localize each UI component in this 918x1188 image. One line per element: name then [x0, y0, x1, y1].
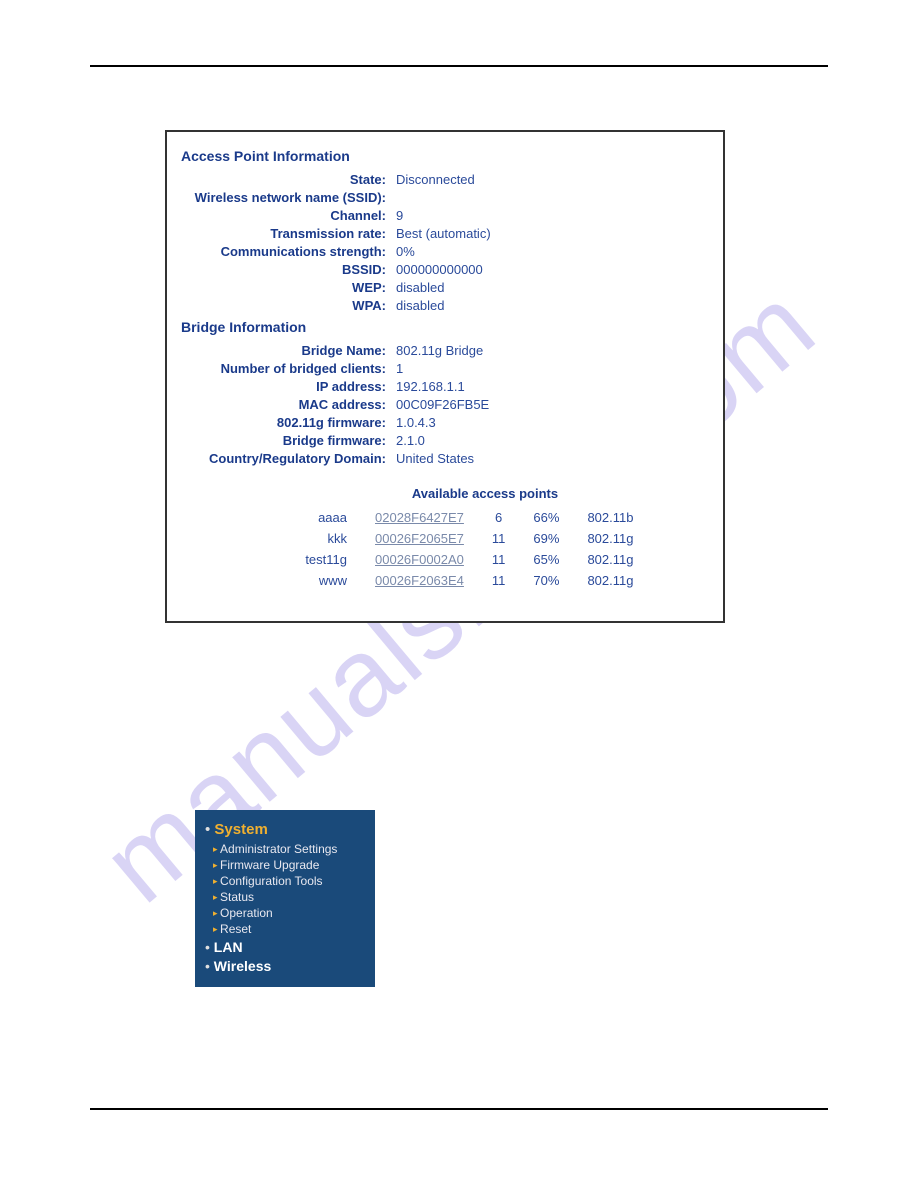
nav-firmware-upgrade[interactable]: Firmware Upgrade: [205, 857, 367, 873]
ap-info-title: Access Point Information: [181, 148, 709, 164]
row-comm-strength: Communications strength:0%: [181, 244, 709, 259]
row-wpa: WPA:disabled: [181, 298, 709, 313]
ap-bssid: 00026F0002A0: [361, 549, 478, 570]
row-ssid: Wireless network name (SSID):: [181, 190, 709, 205]
value: Disconnected: [396, 172, 709, 187]
value: 802.11g Bridge: [396, 343, 709, 358]
label: 802.11g firmware:: [181, 415, 396, 430]
row-80211g-firmware: 802.11g firmware:1.0.4.3: [181, 415, 709, 430]
label: Number of bridged clients:: [181, 361, 396, 376]
label: Wireless network name (SSID):: [181, 190, 396, 205]
nav-menu: System Administrator Settings Firmware U…: [195, 810, 375, 987]
table-row: www 00026F2063E4 11 70% 802.11g: [281, 570, 647, 591]
label: State:: [181, 172, 396, 187]
ap-mode: 802.11g: [573, 570, 647, 591]
ap-mode: 802.11b: [573, 507, 647, 528]
value: United States: [396, 451, 709, 466]
ap-name: kkk: [281, 528, 361, 549]
nav-system[interactable]: System: [205, 820, 367, 841]
bridge-info-rows: Bridge Name:802.11g Bridge Number of bri…: [181, 343, 709, 466]
label: WPA:: [181, 298, 396, 313]
nav-config-tools[interactable]: Configuration Tools: [205, 873, 367, 889]
value: 0%: [396, 244, 709, 259]
row-mac: MAC address:00C09F26FB5E: [181, 397, 709, 412]
info-panel: Access Point Information State:Disconnec…: [165, 130, 725, 623]
ap-bssid: 00026F2063E4: [361, 570, 478, 591]
top-divider: [90, 65, 828, 67]
value: Best (automatic): [396, 226, 709, 241]
value: 1.0.4.3: [396, 415, 709, 430]
value: [396, 190, 709, 205]
label: Bridge firmware:: [181, 433, 396, 448]
ap-bssid-link[interactable]: 00026F2063E4: [375, 573, 464, 588]
row-ip: IP address:192.168.1.1: [181, 379, 709, 394]
row-channel: Channel:9: [181, 208, 709, 223]
table-row: aaaa 02028F6427E7 6 66% 802.11b: [281, 507, 647, 528]
ap-bssid-link[interactable]: 00026F2065E7: [375, 531, 464, 546]
ap-bssid: 02028F6427E7: [361, 507, 478, 528]
ap-info-rows: State:Disconnected Wireless network name…: [181, 172, 709, 313]
nav-operation[interactable]: Operation: [205, 905, 367, 921]
nav-status[interactable]: Status: [205, 889, 367, 905]
nav-admin-settings[interactable]: Administrator Settings: [205, 841, 367, 857]
value: 2.1.0: [396, 433, 709, 448]
label: Transmission rate:: [181, 226, 396, 241]
ap-strength: 66%: [519, 507, 573, 528]
bottom-divider: [90, 1108, 828, 1110]
label: BSSID:: [181, 262, 396, 277]
table-row: kkk 00026F2065E7 11 69% 802.11g: [281, 528, 647, 549]
ap-strength: 65%: [519, 549, 573, 570]
nav-wireless[interactable]: Wireless: [205, 956, 367, 975]
table-row: test11g 00026F0002A0 11 65% 802.11g: [281, 549, 647, 570]
row-bssid: BSSID:000000000000: [181, 262, 709, 277]
label: IP address:: [181, 379, 396, 394]
value: disabled: [396, 298, 709, 313]
available-aps-title: Available access points: [181, 486, 709, 501]
ap-strength: 70%: [519, 570, 573, 591]
label: WEP:: [181, 280, 396, 295]
row-wep: WEP:disabled: [181, 280, 709, 295]
row-state: State:Disconnected: [181, 172, 709, 187]
ap-bssid-link[interactable]: 00026F0002A0: [375, 552, 464, 567]
nav-lan[interactable]: LAN: [205, 937, 367, 956]
ap-bssid: 00026F2065E7: [361, 528, 478, 549]
row-country: Country/Regulatory Domain:United States: [181, 451, 709, 466]
value: 000000000000: [396, 262, 709, 277]
ap-bssid-link[interactable]: 02028F6427E7: [375, 510, 464, 525]
value: 192.168.1.1: [396, 379, 709, 394]
ap-channel: 6: [478, 507, 520, 528]
row-bridge-name: Bridge Name:802.11g Bridge: [181, 343, 709, 358]
bridge-info-title: Bridge Information: [181, 319, 709, 335]
value: disabled: [396, 280, 709, 295]
label: Country/Regulatory Domain:: [181, 451, 396, 466]
ap-mode: 802.11g: [573, 528, 647, 549]
ap-mode: 802.11g: [573, 549, 647, 570]
ap-channel: 11: [478, 549, 520, 570]
nav-reset[interactable]: Reset: [205, 921, 367, 937]
value: 9: [396, 208, 709, 223]
available-aps-table: aaaa 02028F6427E7 6 66% 802.11b kkk 0002…: [281, 507, 647, 591]
label: MAC address:: [181, 397, 396, 412]
row-bridged-clients: Number of bridged clients:1: [181, 361, 709, 376]
ap-name: test11g: [281, 549, 361, 570]
label: Channel:: [181, 208, 396, 223]
label: Bridge Name:: [181, 343, 396, 358]
value: 1: [396, 361, 709, 376]
row-bridge-firmware: Bridge firmware:2.1.0: [181, 433, 709, 448]
ap-strength: 69%: [519, 528, 573, 549]
ap-name: aaaa: [281, 507, 361, 528]
ap-channel: 11: [478, 528, 520, 549]
value: 00C09F26FB5E: [396, 397, 709, 412]
row-transmission-rate: Transmission rate:Best (automatic): [181, 226, 709, 241]
ap-name: www: [281, 570, 361, 591]
ap-channel: 11: [478, 570, 520, 591]
label: Communications strength:: [181, 244, 396, 259]
